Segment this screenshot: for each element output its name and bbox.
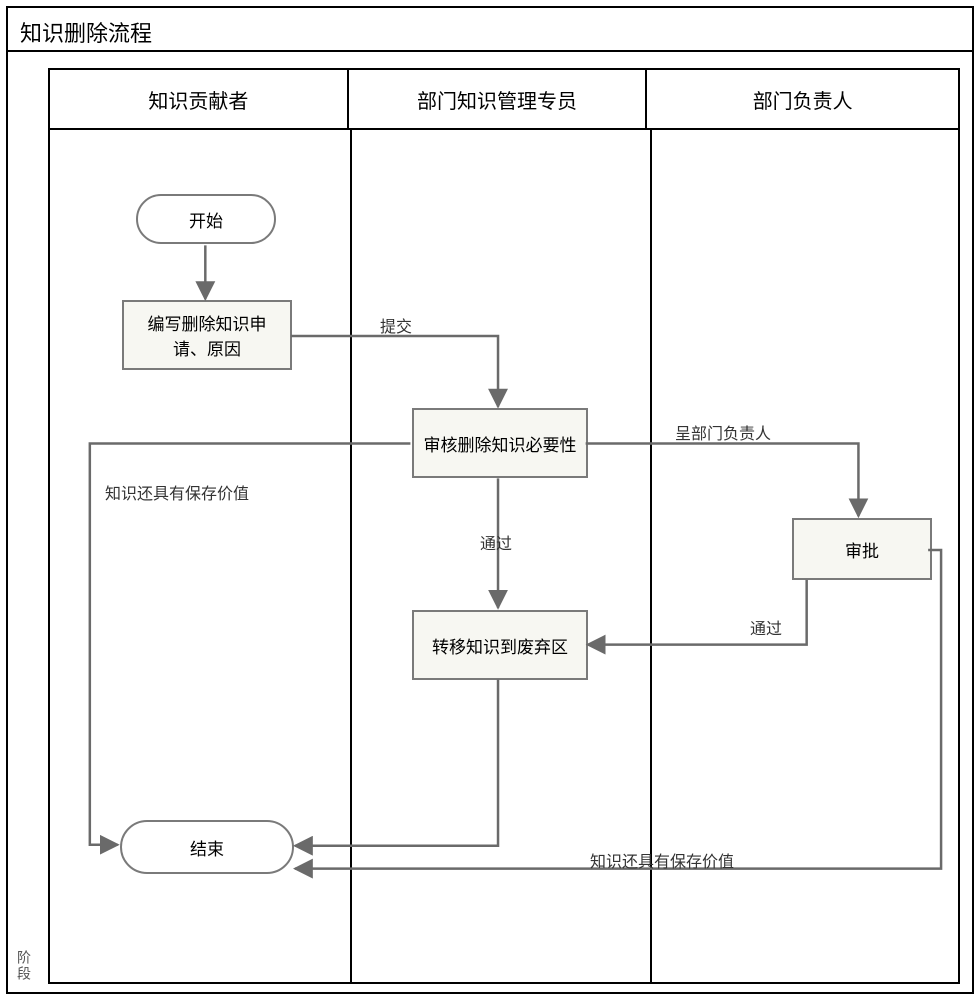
node-approve: 审批 bbox=[792, 518, 932, 580]
lane-header-manager: 部门负责人 bbox=[647, 70, 958, 128]
lane-divider-2 bbox=[650, 130, 652, 982]
edge-label-submit: 提交 bbox=[380, 313, 412, 337]
lane-header-contributor: 知识贡献者 bbox=[50, 70, 349, 128]
lane-headers: 知识贡献者 部门知识管理专员 部门负责人 bbox=[50, 70, 958, 130]
edge-label-still-valuable-left: 知识还具有保存价值 bbox=[105, 480, 249, 504]
lane-body: 开始 编写删除知识申请、原因 审核删除知识必要性 转移知识到废弃区 审批 结束 bbox=[50, 130, 958, 982]
flowchart-canvas: 知识删除流程 阶段 知识贡献者 部门知识管理专员 部门负责人 开始 编写删除知识… bbox=[0, 0, 980, 1000]
node-end: 结束 bbox=[120, 820, 294, 874]
swimlane-container: 知识贡献者 部门知识管理专员 部门负责人 开始 编写删除知识申请、原因 审核删除… bbox=[48, 68, 960, 984]
lane-divider-1 bbox=[350, 130, 352, 982]
node-move-archive: 转移知识到废弃区 bbox=[412, 610, 588, 680]
edge-label-to-manager: 呈部门负责人 bbox=[675, 420, 771, 444]
edge-label-pass2: 通过 bbox=[750, 615, 782, 639]
node-start: 开始 bbox=[136, 194, 276, 244]
edge-label-pass1: 通过 bbox=[480, 530, 512, 554]
lane-header-specialist: 部门知识管理专员 bbox=[349, 70, 648, 128]
edge-label-still-valuable-right: 知识还具有保存价值 bbox=[590, 848, 734, 872]
diagram-title: 知识删除流程 bbox=[8, 8, 972, 52]
node-write-request: 编写删除知识申请、原因 bbox=[122, 300, 292, 370]
node-review-necessity: 审核删除知识必要性 bbox=[412, 408, 588, 478]
stage-label: 阶段 bbox=[14, 950, 34, 982]
outer-frame: 知识删除流程 阶段 知识贡献者 部门知识管理专员 部门负责人 开始 编写删除知识… bbox=[6, 6, 974, 994]
